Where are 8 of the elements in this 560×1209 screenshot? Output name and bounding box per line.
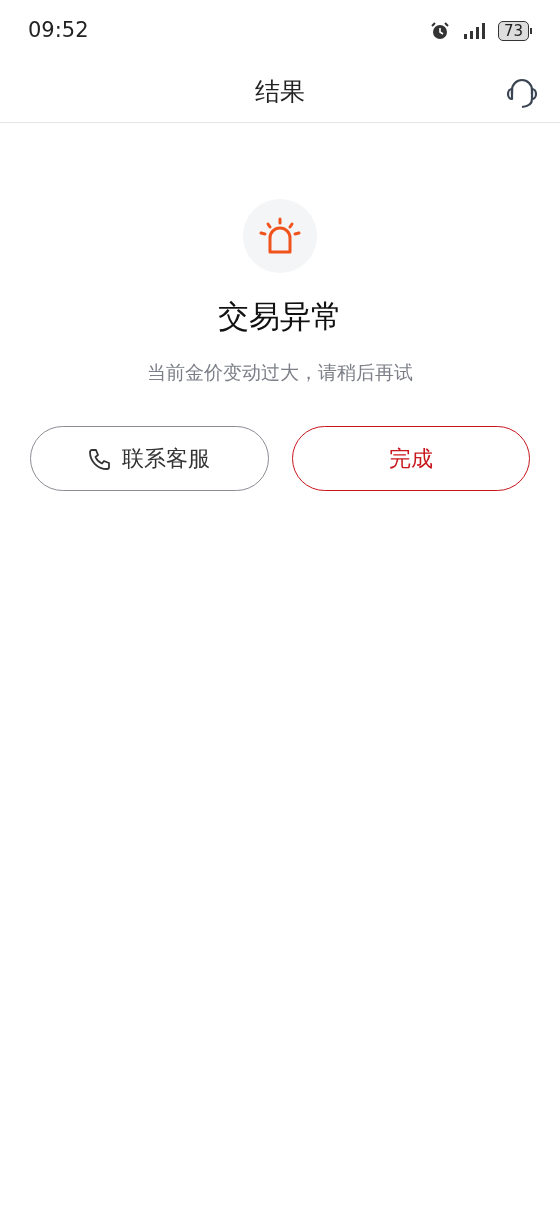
phone-icon: [88, 446, 113, 471]
page-title: 结果: [255, 76, 305, 109]
result-title: 交易异常: [218, 297, 342, 336]
battery-indicator: 73: [497, 21, 529, 41]
status-time: 09:52: [28, 17, 89, 45]
headset-icon[interactable]: [506, 76, 538, 110]
result-message: 当前金价变动过大，请稍后再试: [147, 359, 413, 385]
alarm-icon: [429, 21, 450, 41]
